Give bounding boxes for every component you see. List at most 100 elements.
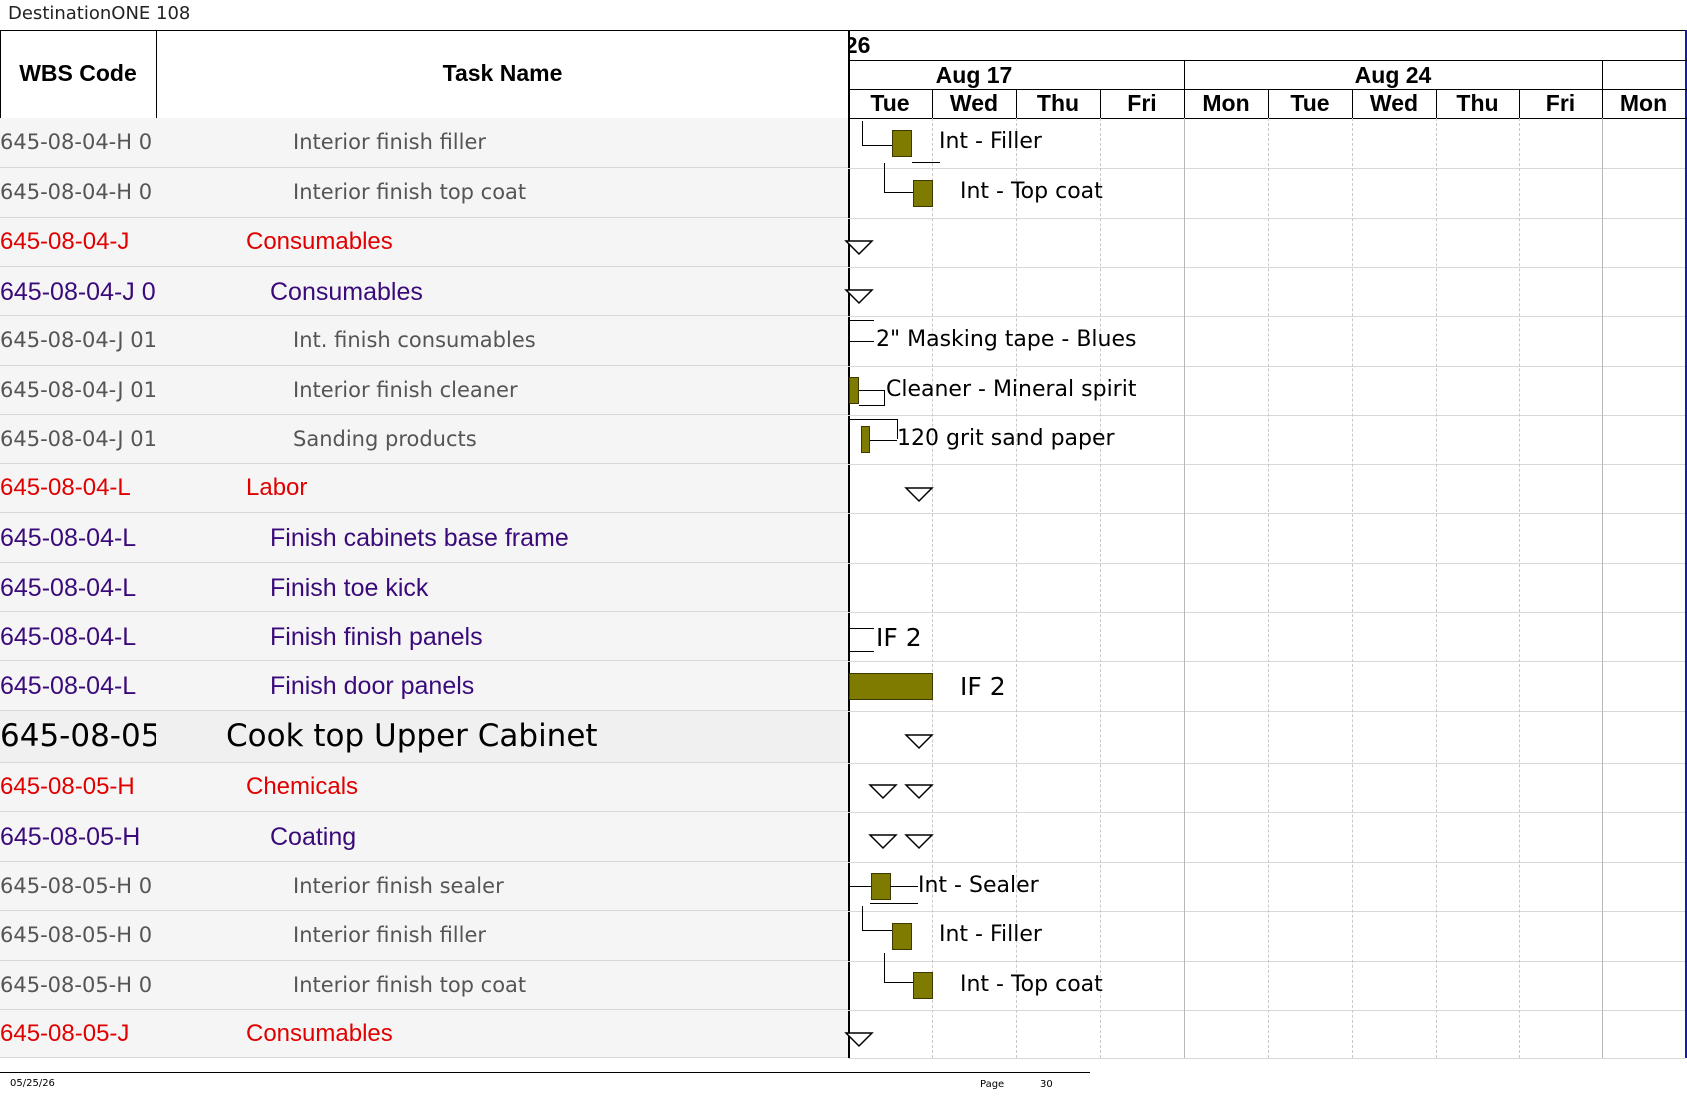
wbs-code-cell[interactable]: 645-08-05 <box>0 718 156 755</box>
day-divider <box>1016 89 1017 118</box>
gantt-row-line <box>848 711 1685 712</box>
task-column-header[interactable]: Task Name <box>157 60 848 87</box>
table-row[interactable]: 645-08-04-J Consumables <box>0 218 848 267</box>
table-row[interactable]: 645-08-04-L Finish toe kick <box>0 563 848 612</box>
table-row[interactable]: 645-08-05 Cook top Upper Cabinet <box>0 711 848 763</box>
task-name-cell[interactable]: Finish finish panels <box>160 622 956 652</box>
table-row[interactable]: 645-08-05-H Coating <box>0 812 848 862</box>
task-name-cell[interactable]: Labor <box>160 474 932 503</box>
wbs-code-cell[interactable]: 645-08-05-H <box>0 773 156 802</box>
task-name-cell[interactable]: Coating <box>160 822 956 852</box>
dependency-connector <box>884 163 913 193</box>
gantt-row-line <box>848 563 1685 564</box>
wbs-code-cell[interactable]: 645-08-05-H 0 <box>0 923 156 948</box>
table-row[interactable]: 645-08-05-H 0 Interior finish filler <box>0 911 848 961</box>
task-bar <box>849 672 933 700</box>
table-row[interactable]: 645-08-04-J 0 Consumables <box>0 267 848 316</box>
wbs-code-cell[interactable]: 645-08-04-J <box>0 228 156 257</box>
wbs-code-cell[interactable]: 645-08-04-J 01 <box>0 328 156 353</box>
table-row[interactable]: 645-08-04-L Finish finish panels <box>0 612 848 661</box>
day-divider <box>1100 89 1101 118</box>
day-divider <box>1184 89 1185 118</box>
bar-label: 2" Masking tape - Blues <box>876 327 1137 352</box>
task-bar <box>892 129 912 157</box>
wbs-code-cell[interactable]: 645-08-04-H 0 <box>0 180 156 205</box>
wbs-code-cell[interactable]: 645-08-04-L <box>0 523 156 553</box>
task-name-cell[interactable]: Consumables <box>160 277 956 307</box>
table-row[interactable]: 645-08-05-J Consumables <box>0 1010 848 1058</box>
summary-marker-icon <box>904 784 934 800</box>
task-name-cell[interactable]: Finish cabinets base frame <box>160 523 956 553</box>
task-bar <box>849 377 859 404</box>
wbs-code-cell[interactable]: 645-08-04-J 01 <box>0 427 156 452</box>
summary-marker-icon <box>844 1032 874 1048</box>
task-name-cell[interactable]: Finish toe kick <box>160 573 956 603</box>
table-row[interactable]: 645-08-04-L Finish cabinets base frame <box>0 513 848 563</box>
day-label: Tue <box>870 90 910 116</box>
summary-marker-icon <box>904 834 934 850</box>
gantt-row-line <box>848 168 1685 169</box>
dependency-connector <box>870 440 897 441</box>
gantt-row-line <box>848 415 1685 416</box>
day-divider <box>1602 89 1603 118</box>
table-row[interactable]: 645-08-04-J 01 Interior finish cleaner <box>0 366 848 415</box>
wbs-code-cell[interactable]: 645-08-04-L <box>0 622 156 652</box>
wbs-code-cell[interactable]: 645-08-05-H 0 <box>0 874 156 899</box>
wbs-code-cell[interactable]: 645-08-05-H <box>0 822 156 852</box>
summary-marker-icon <box>844 240 874 256</box>
wbs-code-cell[interactable]: 645-08-04-L <box>0 474 156 503</box>
table-row[interactable]: 645-08-04-L Labor <box>0 464 848 513</box>
wbs-code-cell[interactable]: 645-08-04-L <box>0 671 156 701</box>
gantt-day-line <box>1100 118 1101 1058</box>
gantt-row-line <box>848 862 1685 863</box>
wbs-code-cell[interactable]: 645-08-04-H 0 <box>0 130 156 155</box>
dependency-connector <box>848 320 874 342</box>
task-name-cell[interactable]: Interior finish top coat <box>160 973 979 998</box>
task-name-cell[interactable]: Cook top Upper Cabinet <box>160 718 912 755</box>
dependency-connector <box>848 628 874 652</box>
bar-label: Int - Filler <box>939 922 1042 947</box>
day-label: Tue <box>1290 90 1330 116</box>
table-row[interactable]: 645-08-04-J 01 Int. finish consumables <box>0 316 848 366</box>
bar-label: Int - Filler <box>939 129 1042 154</box>
gantt-row-line <box>848 366 1685 367</box>
task-name-cell[interactable]: Interior finish filler <box>160 130 979 155</box>
task-name-cell[interactable]: Interior finish top coat <box>160 180 979 205</box>
wbs-code-cell[interactable]: 645-08-04-J 01 <box>0 378 156 403</box>
bar-label: Int - Top coat <box>960 971 1103 997</box>
day-label: Mon <box>1619 90 1668 116</box>
wbs-code-cell[interactable]: 645-08-04-L <box>0 573 156 603</box>
table-row[interactable]: 645-08-05-H 0 Interior finish sealer <box>0 862 848 911</box>
gantt-row-line <box>848 612 1685 613</box>
bar-label: 120 grit sand paper <box>897 425 1115 451</box>
footer-rule <box>0 1072 1090 1073</box>
gantt-row-line <box>848 218 1685 219</box>
task-name-cell[interactable]: Interior finish filler <box>160 923 979 948</box>
table-row[interactable]: 645-08-05-H 0 Interior finish top coat <box>0 961 848 1010</box>
gantt-row-line <box>848 812 1685 813</box>
dependency-connector <box>912 162 940 163</box>
gantt-row-line <box>848 316 1685 317</box>
wbs-column-header[interactable]: WBS Code <box>0 60 156 87</box>
wbs-code-cell[interactable]: 645-08-05-J <box>0 1020 156 1049</box>
bar-label: Cleaner - Mineral spirit <box>886 376 1137 402</box>
day-divider <box>1436 89 1437 118</box>
table-row[interactable]: 645-08-04-H 0 Interior finish filler <box>0 118 848 168</box>
task-name-cell[interactable]: Consumables <box>160 1020 932 1049</box>
table-row[interactable]: 645-08-04-L Finish door panels <box>0 661 848 711</box>
gantt-day-line <box>1016 118 1017 1058</box>
task-name-cell[interactable]: Finish door panels <box>160 671 956 701</box>
task-name-cell[interactable]: Consumables <box>160 228 932 257</box>
table-row[interactable]: 645-08-04-H 0 Interior finish top coat <box>0 168 848 218</box>
summary-marker-icon <box>844 289 874 305</box>
wbs-code-cell[interactable]: 645-08-05-H 0 <box>0 973 156 998</box>
gantt-day-line <box>1519 118 1520 1058</box>
gantt-row-line <box>848 763 1685 764</box>
gantt-day-line <box>1268 118 1269 1058</box>
day-label: Wed <box>949 90 999 116</box>
wbs-code-cell[interactable]: 645-08-04-J 0 <box>0 277 156 307</box>
table-row[interactable]: 645-08-05-H Chemicals <box>0 763 848 812</box>
table-row[interactable]: 645-08-04-J 01 Sanding products <box>0 415 848 464</box>
gantt-row-line <box>848 513 1685 514</box>
task-name-cell[interactable]: Chemicals <box>160 773 932 802</box>
